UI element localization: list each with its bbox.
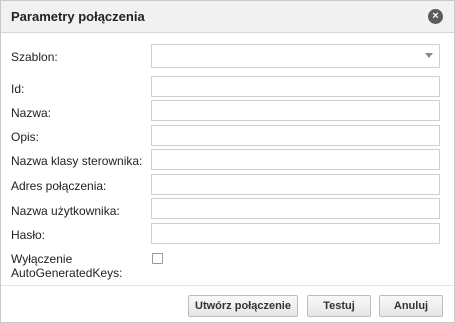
password-label: Hasło: bbox=[11, 228, 46, 242]
cancel-button[interactable]: Anuluj bbox=[379, 295, 443, 317]
password-input[interactable] bbox=[151, 223, 440, 244]
autogeneratedkeys-label-line1: Wyłączenie bbox=[11, 252, 73, 266]
template-label: Szablon: bbox=[11, 50, 58, 64]
id-label: Id: bbox=[11, 82, 25, 96]
id-input[interactable] bbox=[151, 76, 440, 97]
autogeneratedkeys-checkbox[interactable] bbox=[152, 253, 163, 264]
username-input[interactable] bbox=[151, 198, 440, 219]
connection-dialog: Parametry połączenia × Szablon: Id: Nazw… bbox=[0, 0, 455, 323]
test-button[interactable]: Testuj bbox=[307, 295, 371, 317]
description-input[interactable] bbox=[151, 125, 440, 146]
autogeneratedkeys-label-line2: AutoGeneratedKeys: bbox=[11, 266, 123, 280]
dialog-title: Parametry połączenia bbox=[11, 9, 145, 24]
name-input[interactable] bbox=[151, 100, 440, 121]
connection-address-input[interactable] bbox=[151, 174, 440, 195]
driver-class-input[interactable] bbox=[151, 149, 440, 170]
username-label: Nazwa użytkownika: bbox=[11, 204, 120, 218]
dialog-titlebar: Parametry połączenia × bbox=[1, 1, 454, 33]
create-connection-button[interactable]: Utwórz połączenie bbox=[188, 295, 298, 317]
driver-class-label: Nazwa klasy sterownika: bbox=[11, 154, 143, 168]
connection-address-label: Adres połączenia: bbox=[11, 179, 107, 193]
footer-divider bbox=[1, 285, 454, 286]
close-icon[interactable]: × bbox=[428, 9, 443, 24]
name-label: Nazwa: bbox=[11, 106, 52, 120]
template-select[interactable] bbox=[151, 44, 440, 68]
chevron-down-icon bbox=[425, 53, 433, 58]
description-label: Opis: bbox=[11, 130, 40, 144]
